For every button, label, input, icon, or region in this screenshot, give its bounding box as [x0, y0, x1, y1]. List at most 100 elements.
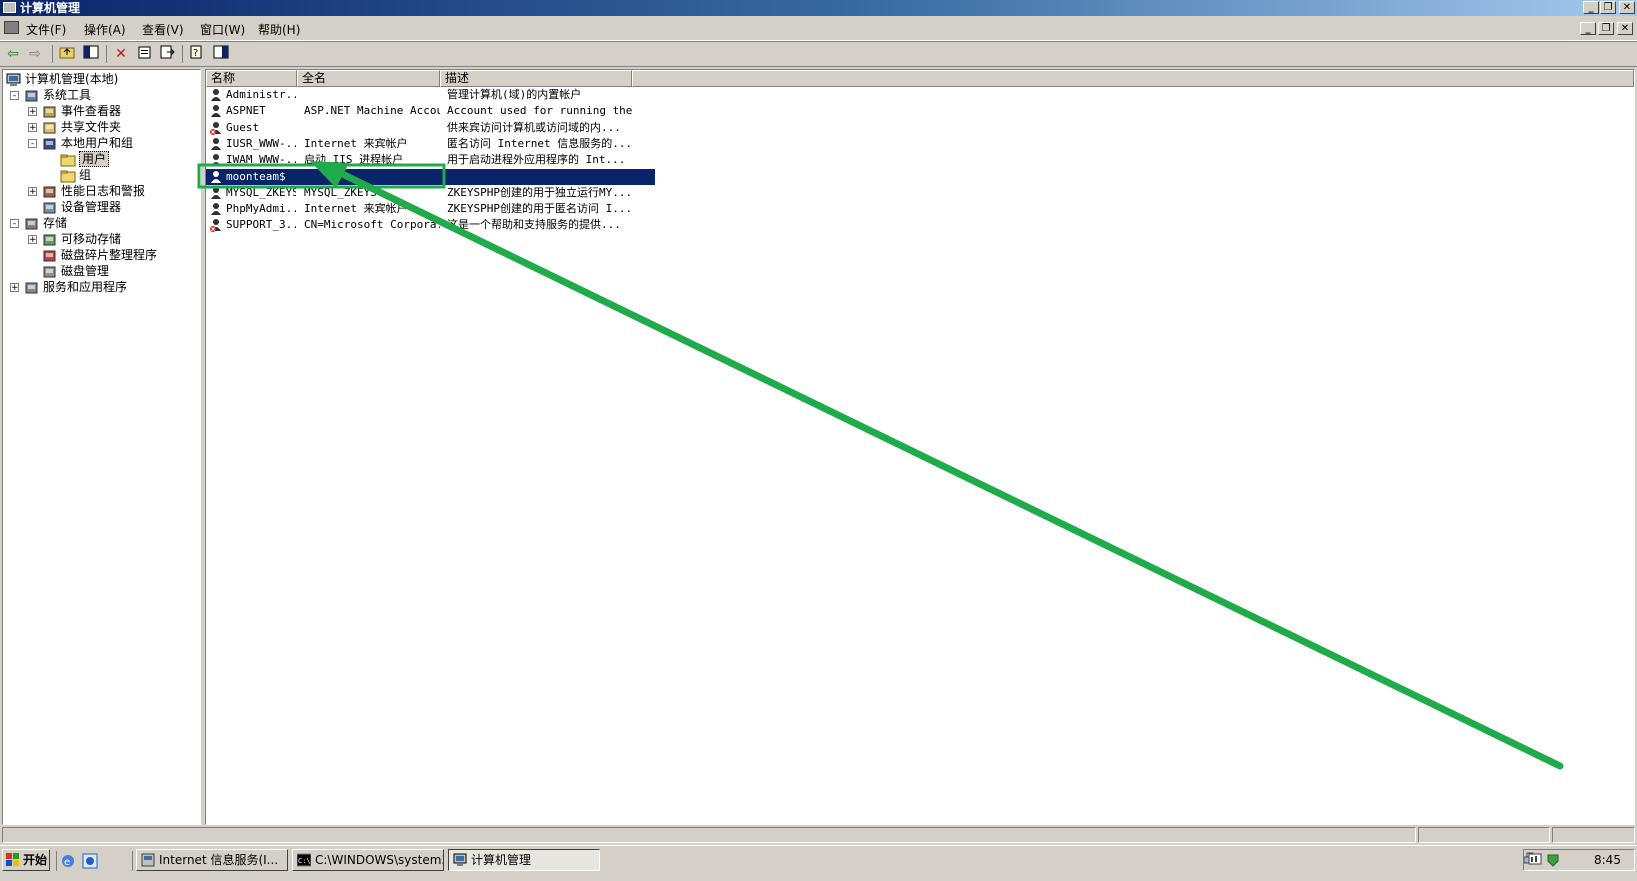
- expand-toggle[interactable]: +: [28, 123, 37, 133]
- tree-node[interactable]: 组: [60, 167, 91, 183]
- forward-icon[interactable]: ⇨: [26, 45, 44, 63]
- restore-button[interactable]: ❐: [1600, 1, 1616, 14]
- show-tree-icon[interactable]: [82, 45, 100, 63]
- cell-name: Guest: [226, 120, 260, 134]
- table-row[interactable]: IUSR_WWW-... Internet 来宾帐户 匿名访问 Internet 信…: [206, 136, 655, 152]
- tree-node-icon: [43, 122, 56, 133]
- table-row[interactable]: Guest 供来宾访问计算机或访问域的内...: [206, 120, 655, 136]
- child-restore-button[interactable]: ❐: [1598, 22, 1614, 35]
- windows-logo-icon: [6, 853, 19, 866]
- menu-view[interactable]: 查看(V): [142, 21, 184, 38]
- cell-fullname: CN=Microsoft Corpora...: [304, 218, 440, 232]
- monitor-tray-icon[interactable]: [1528, 853, 1542, 867]
- taskbar-button-iis[interactable]: Internet 信息服务(I...: [136, 849, 288, 871]
- menu-window[interactable]: 窗口(W): [200, 21, 245, 38]
- quick-launch-icon[interactable]: [82, 853, 98, 869]
- security-tray-icon[interactable]: [1546, 853, 1560, 867]
- tree-node[interactable]: 共享文件夹: [42, 119, 121, 135]
- back-icon[interactable]: ⇦: [4, 45, 22, 63]
- expand-toggle[interactable]: +: [28, 107, 37, 117]
- internet-explorer-icon[interactable]: e: [60, 853, 76, 869]
- action-pane-icon[interactable]: [212, 45, 230, 63]
- tree-node-label: 磁盘管理: [61, 264, 110, 278]
- tree-node[interactable]: 设备管理器: [42, 199, 121, 215]
- status-panel-3: [1552, 827, 1635, 843]
- tree-node-label: 系统工具: [43, 88, 92, 102]
- table-row[interactable]: IWAM_WWW-... 启动 IIS 进程帐户 用于启动进程外应用程序的 Int.…: [206, 152, 655, 168]
- table-row[interactable]: PhpMyAdmi... Internet 来宾帐户 ZKEYSPHP创建的用于匿名…: [206, 201, 655, 217]
- taskbar-button-label: Internet 信息服务(I...: [159, 853, 279, 867]
- user-list[interactable]: 名称 全名 描述 Administr... 管理计算机(域)的内置帐户 ASPNET…: [205, 69, 1635, 825]
- tree-node-icon: [25, 218, 38, 229]
- status-panel-main: [2, 827, 1416, 843]
- menu-bar: 文件(F) 操作(A) 查看(V) 窗口(W) 帮助(H) _ ❐ ✕: [0, 17, 1637, 41]
- tree-node-label: 用户: [79, 151, 110, 167]
- computer-management-icon[interactable]: [3, 2, 16, 13]
- expand-toggle[interactable]: +: [28, 235, 37, 245]
- user-icon: [211, 154, 221, 167]
- tree-node-icon: [43, 266, 56, 277]
- help-icon[interactable]: ?: [188, 45, 206, 63]
- tree-node[interactable]: 磁盘管理: [42, 263, 109, 279]
- table-row[interactable]: ASPNET ASP.NET Machine Account Account use…: [206, 103, 655, 119]
- user-icon: [211, 89, 221, 101]
- tree-root-label: 计算机管理(本地): [25, 72, 119, 86]
- user-icon: [211, 105, 221, 118]
- menu-action[interactable]: 操作(A): [84, 21, 126, 38]
- tree-node[interactable]: 磁盘碎片整理程序: [42, 247, 157, 263]
- tree-node[interactable]: 事件查看器: [42, 103, 121, 119]
- cell-name: IUSR_WWW-...: [226, 136, 296, 150]
- tree-node[interactable]: 用户: [60, 151, 110, 167]
- tree-node[interactable]: 存储: [24, 215, 67, 231]
- up-folder-icon[interactable]: [58, 45, 76, 63]
- cell-description: ZKEYSPHP创建的用于独立运行MY...: [447, 185, 633, 199]
- document-window-icon[interactable]: [4, 21, 19, 34]
- export-icon[interactable]: [158, 45, 176, 63]
- tree-node-label: 组: [79, 168, 92, 182]
- cell-description: 这是一个帮助和支持服务的提供...: [447, 218, 621, 232]
- tree-node-label: 共享文件夹: [61, 120, 122, 134]
- tree-node-icon: [43, 202, 56, 213]
- table-row[interactable]: MYSQL_ZKEYS MYSQL_ZKEYS ZKEYSPHP创建的用于独立运行M…: [206, 185, 655, 201]
- properties-icon[interactable]: [136, 45, 154, 63]
- tree-node[interactable]: 服务和应用程序: [24, 279, 127, 295]
- user-icon: [211, 170, 221, 183]
- tree-node[interactable]: 性能日志和警报: [42, 183, 145, 199]
- menu-file[interactable]: 文件(F): [26, 21, 66, 38]
- tree-node-icon: [43, 250, 56, 261]
- start-label: 开始: [23, 853, 48, 867]
- clock[interactable]: 8:45: [1594, 853, 1621, 867]
- child-close-button[interactable]: ✕: [1617, 22, 1633, 35]
- taskbar-button-cmd[interactable]: C:\ C:\WINDOWS\system32...: [292, 849, 444, 871]
- close-button[interactable]: ✕: [1619, 1, 1635, 14]
- delete-icon[interactable]: ✕: [112, 45, 130, 63]
- taskbar-button-label: C:\WINDOWS\system32...: [315, 853, 443, 867]
- cell-description: 用于启动进程外应用程序的 Int...: [447, 153, 626, 167]
- tree-node[interactable]: 可移动存储: [42, 231, 121, 247]
- expand-toggle[interactable]: +: [28, 187, 37, 197]
- menu-help[interactable]: 帮助(H): [258, 21, 300, 38]
- tree-root[interactable]: 计算机管理(本地): [6, 71, 118, 87]
- expand-toggle[interactable]: +: [10, 283, 19, 293]
- tree-node[interactable]: 系统工具: [24, 87, 91, 103]
- child-minimize-button[interactable]: _: [1580, 22, 1596, 35]
- collapse-toggle[interactable]: -: [10, 91, 19, 101]
- minimize-button[interactable]: _: [1583, 1, 1599, 14]
- cell-description: Account used for running the...: [447, 104, 633, 118]
- table-row[interactable]: SUPPORT_3... CN=Microsoft Corpora... 这是一个帮…: [206, 217, 655, 233]
- collapse-toggle[interactable]: -: [10, 219, 19, 229]
- start-button[interactable]: 开始: [2, 849, 50, 871]
- tree-node-icon: [43, 138, 56, 149]
- tree-node[interactable]: 本地用户和组: [42, 135, 133, 151]
- disabled-user-icon: [210, 121, 221, 135]
- column-header-description[interactable]: 描述: [440, 70, 632, 87]
- user-icon: [211, 186, 221, 199]
- collapse-toggle[interactable]: -: [28, 139, 37, 149]
- taskbar-button-computer-management[interactable]: 计算机管理: [448, 849, 600, 871]
- table-row[interactable]: Administr... 管理计算机(域)的内置帐户: [206, 87, 655, 103]
- column-header-fullname[interactable]: 全名: [297, 70, 440, 87]
- column-header-name[interactable]: 名称: [206, 70, 297, 87]
- window-titlebar: 计算机管理 _ ❐ ✕: [0, 0, 1637, 16]
- table-row[interactable]: moonteam$: [206, 168, 655, 185]
- console-tree[interactable]: 计算机管理(本地) - 系统工具 + 事件查看器 + 共享文件夹 - 本地用户和组 用户组 + 性能…: [2, 69, 201, 825]
